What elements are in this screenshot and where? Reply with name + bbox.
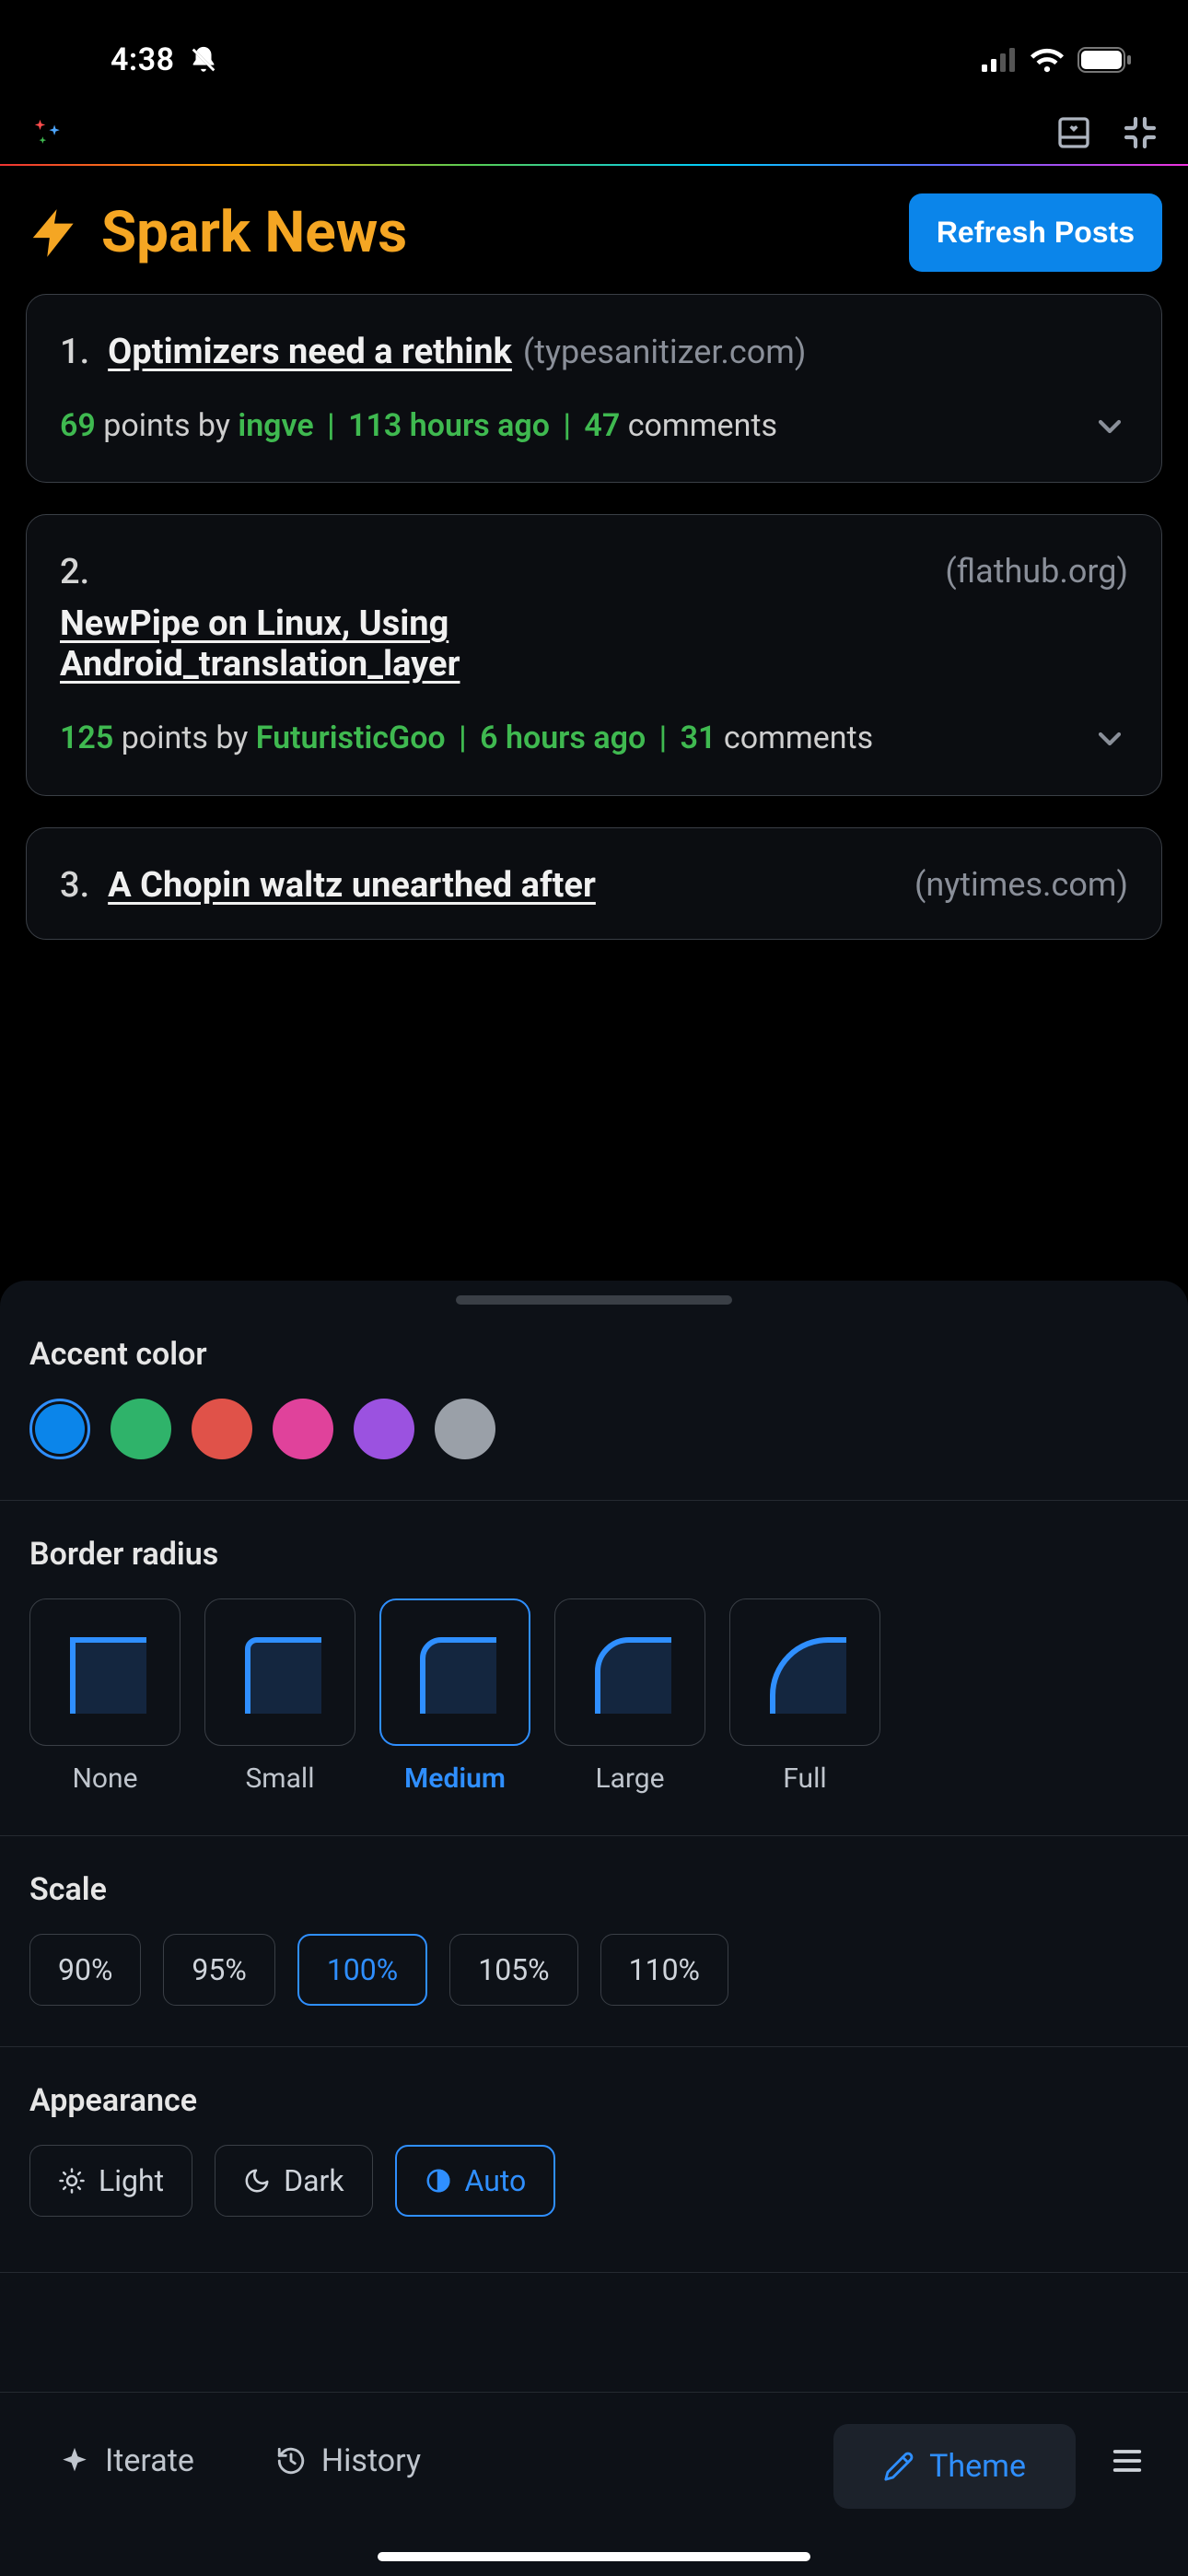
scale-section: Scale 90% 95% 100% 105% 110%: [0, 1836, 1188, 2047]
post-meta: 69 points by ingve | 113 hours ago | 47 …: [60, 404, 777, 449]
post-meta: 125 points by FuturisticGoo | 6 hours ag…: [60, 716, 873, 761]
appearance-section: Appearance Light Dark Auto: [0, 2047, 1188, 2273]
appearance-option[interactable]: Auto: [395, 2145, 556, 2217]
appearance-option-label: Auto: [465, 2163, 527, 2198]
radius-option-label: None: [73, 1762, 138, 1795]
accent-swatch[interactable]: [111, 1399, 171, 1459]
sheet-drag-handle[interactable]: [456, 1295, 732, 1305]
lightning-icon: [26, 205, 83, 262]
post-domain: (typesanitizer.com): [523, 333, 806, 371]
page-title: Spark News: [101, 199, 407, 266]
radius-preview: [29, 1598, 181, 1746]
moon-icon: [243, 2167, 271, 2195]
status-time: 4:38: [111, 41, 175, 78]
collapse-icon[interactable]: [1120, 112, 1160, 153]
posts-list: 1. Optimizers need a rethink (typesaniti…: [0, 294, 1188, 940]
scale-option[interactable]: 110%: [600, 1934, 728, 2006]
bottom-nav: Iterate History Theme: [0, 2392, 1188, 2576]
nav-label: Iterate: [105, 2442, 194, 2479]
post-title-link[interactable]: Optimizers need a rethink: [108, 332, 512, 372]
accent-swatch[interactable]: [29, 1399, 90, 1459]
sparkle-logo-icon[interactable]: [28, 112, 68, 153]
radius-option-label: Medium: [404, 1762, 506, 1795]
post-rank: 2.: [60, 552, 89, 592]
appearance-option[interactable]: Dark: [215, 2145, 372, 2217]
post-card: 3. A Chopin waltz unearthed after (nytim…: [26, 827, 1162, 940]
nav-label: Theme: [929, 2448, 1026, 2485]
section-label: Accent color: [29, 1336, 1159, 1373]
radius-preview: [729, 1598, 880, 1746]
accent-color-section: Accent color: [0, 1330, 1188, 1501]
radius-option[interactable]: Small: [204, 1598, 355, 1795]
home-indicator[interactable]: [378, 2552, 810, 2561]
panel-bottom-icon[interactable]: [1054, 112, 1094, 153]
appearance-option-label: Dark: [284, 2163, 344, 2198]
battery-icon: [1077, 47, 1133, 73]
menu-button[interactable]: [1094, 2424, 1160, 2498]
theme-sheet: Accent color Border radius None Small Medi…: [0, 1281, 1188, 2576]
radius-option[interactable]: Large: [554, 1598, 705, 1795]
radius-option[interactable]: Full: [729, 1598, 880, 1795]
radius-preview: [204, 1598, 355, 1746]
accent-swatch[interactable]: [192, 1399, 252, 1459]
contrast-icon: [425, 2167, 452, 2195]
post-title-link[interactable]: NewPipe on Linux, Using Android_translat…: [60, 603, 797, 685]
status-bar: 4:38: [0, 0, 1188, 101]
nav-theme[interactable]: Theme: [833, 2424, 1076, 2509]
section-label: Appearance: [29, 2082, 1159, 2119]
scale-option[interactable]: 105%: [449, 1934, 577, 2006]
radius-option[interactable]: None: [29, 1598, 181, 1795]
accent-swatch[interactable]: [354, 1399, 414, 1459]
radius-option-label: Small: [245, 1762, 314, 1795]
radius-preview: [554, 1598, 705, 1746]
post-card: 1. Optimizers need a rethink (typesaniti…: [26, 294, 1162, 483]
app-toolbar: [0, 101, 1188, 166]
radius-option-label: Large: [595, 1762, 664, 1795]
wifi-icon: [1030, 47, 1065, 73]
accent-swatch[interactable]: [273, 1399, 333, 1459]
post-rank: 3.: [60, 865, 89, 906]
refresh-posts-button[interactable]: Refresh Posts: [909, 193, 1162, 272]
scale-option[interactable]: 95%: [163, 1934, 274, 2006]
sun-icon: [58, 2167, 86, 2195]
scale-option[interactable]: 90%: [29, 1934, 141, 2006]
post-domain: (nytimes.com): [914, 865, 1128, 904]
bell-slash-icon: [188, 44, 219, 76]
radius-option[interactable]: Medium: [379, 1598, 530, 1795]
appearance-option[interactable]: Light: [29, 2145, 192, 2217]
section-label: Scale: [29, 1871, 1159, 1908]
cellular-signal-icon: [982, 48, 1017, 72]
nav-label: History: [321, 2442, 421, 2479]
border-radius-section: Border radius None Small Medium Large Full: [0, 1501, 1188, 1836]
radius-option-label: Full: [783, 1762, 826, 1795]
post-title-link[interactable]: A Chopin waltz unearthed after: [108, 865, 596, 906]
post-card: 2. NewPipe on Linux, Using Android_trans…: [26, 514, 1162, 795]
accent-swatch[interactable]: [435, 1399, 495, 1459]
nav-iterate[interactable]: Iterate: [28, 2424, 226, 2498]
nav-history[interactable]: History: [244, 2424, 452, 2498]
post-domain: (flathub.org): [945, 552, 1128, 591]
radius-preview: [379, 1598, 530, 1746]
section-label: Border radius: [29, 1536, 1159, 1573]
chevron-down-icon[interactable]: [1091, 720, 1128, 757]
scale-option[interactable]: 100%: [297, 1934, 427, 2006]
post-rank: 1.: [60, 332, 89, 372]
appearance-option-label: Light: [99, 2163, 164, 2198]
page-header: Spark News Refresh Posts: [0, 166, 1188, 294]
chevron-down-icon[interactable]: [1091, 408, 1128, 445]
